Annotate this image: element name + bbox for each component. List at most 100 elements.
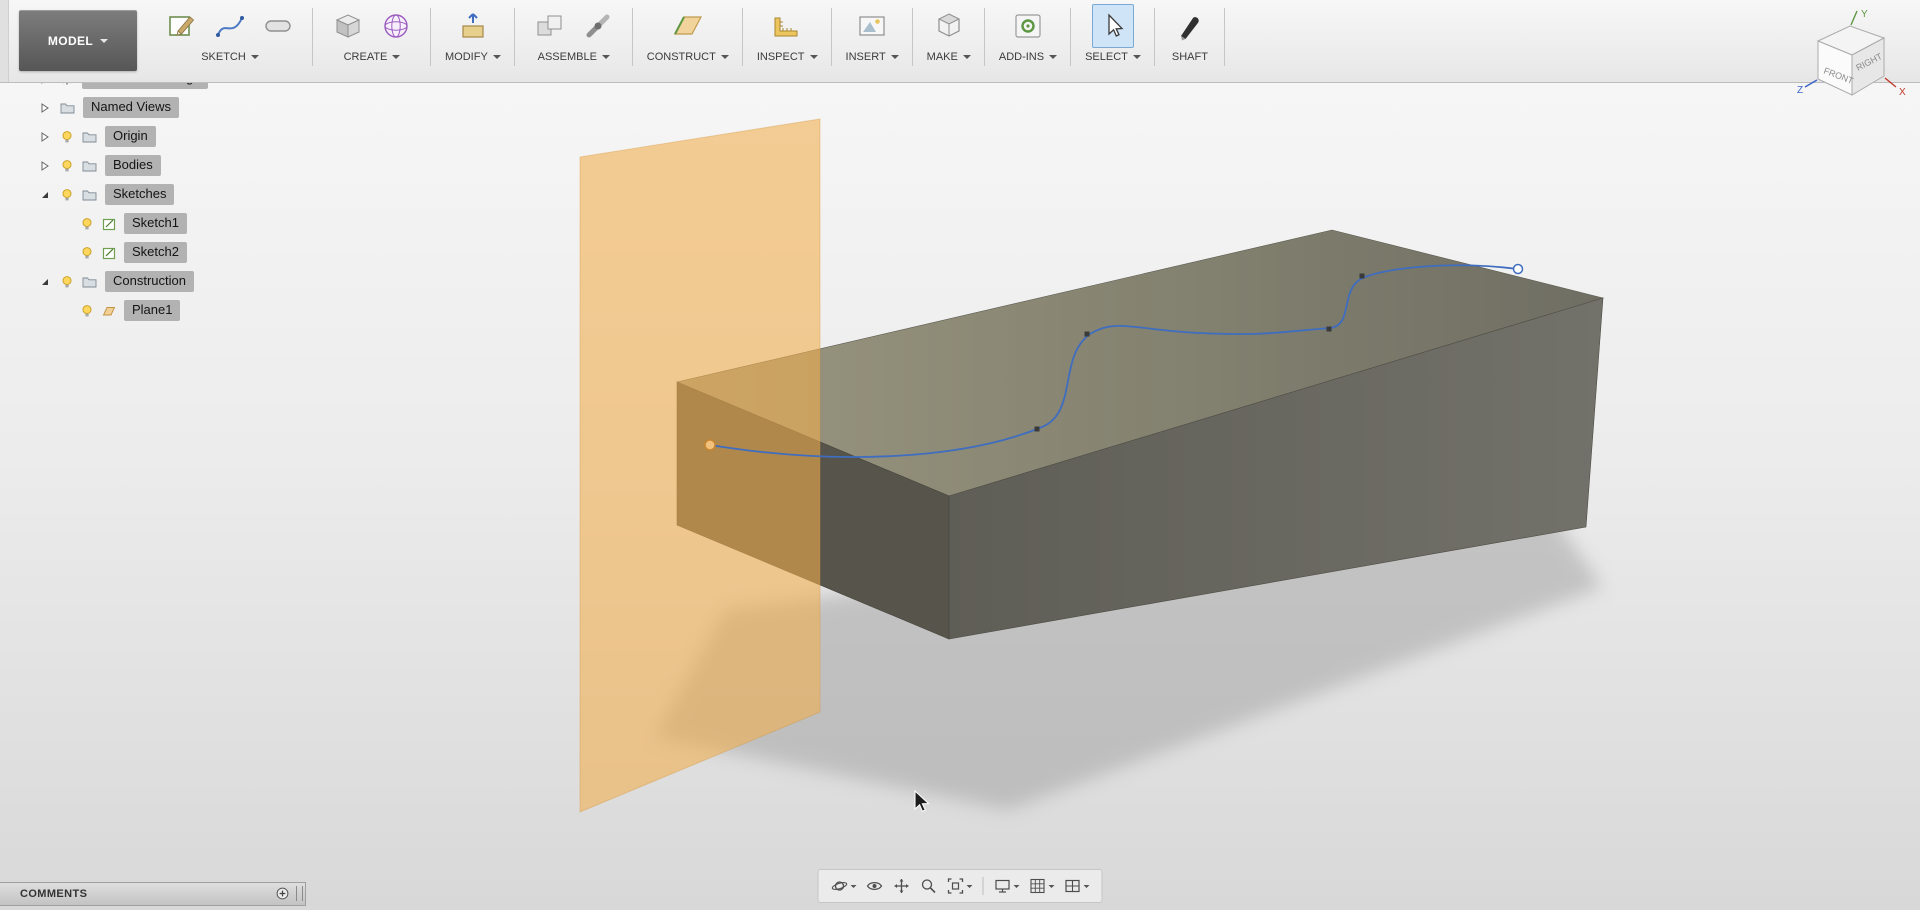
joint-button[interactable] — [577, 4, 619, 48]
display-settings-button[interactable] — [991, 875, 1023, 897]
shaft-tool-button[interactable] — [1169, 4, 1211, 48]
chevron-down-icon — [602, 55, 610, 59]
new-component-button[interactable] — [529, 4, 571, 48]
spline-fit-point[interactable] — [1085, 332, 1090, 337]
spline-start-point[interactable] — [705, 440, 715, 450]
zoom-button[interactable] — [917, 875, 941, 897]
measure-button[interactable] — [766, 4, 808, 48]
inspect-menu[interactable]: INSPECT — [757, 51, 818, 63]
lightbulb-on-icon[interactable] — [60, 159, 74, 173]
create-sketch-button[interactable] — [161, 4, 203, 48]
tree-item-label[interactable]: Named Views — [83, 97, 179, 118]
toolbar-group-sketch: SKETCH — [147, 0, 313, 82]
create-form-button[interactable] — [375, 4, 417, 48]
chevron-down-icon — [967, 885, 973, 888]
construction-plane-button[interactable] — [667, 4, 709, 48]
tree-item-label[interactable]: Bodies — [105, 155, 161, 176]
canvas-image-icon — [855, 9, 889, 43]
pan-button[interactable] — [890, 875, 914, 897]
lightbulb-on-icon[interactable] — [60, 275, 74, 289]
caret-expanded-icon[interactable] — [40, 277, 50, 287]
create-menu-label: CREATE — [344, 51, 388, 63]
lightbulb-on-icon[interactable] — [60, 188, 74, 202]
lightbulb-on-icon[interactable] — [80, 304, 94, 318]
inspect-menu-label: INSPECT — [757, 51, 805, 63]
tree-row-sketch1[interactable]: Sketch1 — [0, 209, 306, 238]
press-pull-button[interactable] — [452, 4, 494, 48]
tree-row-sketch2[interactable]: Sketch2 — [0, 238, 306, 267]
tree-row-plane1[interactable]: Plane1 — [0, 296, 306, 325]
orbit-button[interactable] — [828, 875, 860, 897]
look-at-button[interactable] — [863, 875, 887, 897]
top-toolbar: MODEL — [0, 0, 1920, 83]
spline-fit-point[interactable] — [1360, 274, 1365, 279]
toolbar-group-shaft: SHAFT — [1155, 0, 1225, 82]
caret-expanded-icon[interactable] — [40, 190, 50, 200]
lightbulb-on-icon[interactable] — [80, 246, 94, 260]
grid-and-snaps-button[interactable] — [1026, 875, 1058, 897]
chevron-down-icon — [493, 55, 501, 59]
panel-resize-grip[interactable] — [296, 886, 303, 901]
tree-item-label[interactable]: Sketch2 — [124, 242, 187, 263]
select-menu[interactable]: SELECT — [1085, 51, 1141, 63]
tree-item-label[interactable]: Sketches — [105, 184, 174, 205]
select-tool-button[interactable] — [1092, 4, 1134, 48]
expand-panel-icon[interactable] — [276, 887, 289, 900]
tree-row-named-views[interactable]: Named Views — [0, 93, 306, 122]
viewcube[interactable]: Y FRONT RIGHT Z X — [1790, 5, 1920, 115]
lightbulb-on-icon[interactable] — [80, 217, 94, 231]
box-icon — [331, 9, 365, 43]
caret-collapsed-icon[interactable] — [40, 132, 50, 142]
spline-fit-point[interactable] — [1035, 427, 1040, 432]
addins-menu[interactable]: ADD-INS — [999, 51, 1057, 63]
tree-item-label[interactable]: Construction — [105, 271, 194, 292]
caret-collapsed-icon[interactable] — [40, 161, 50, 171]
chevron-down-icon — [392, 55, 400, 59]
shaft-menu[interactable]: SHAFT — [1172, 51, 1208, 63]
measure-icon — [770, 9, 804, 43]
modify-menu[interactable]: MODIFY — [445, 51, 501, 63]
insert-menu[interactable]: INSERT — [846, 51, 899, 63]
orbit-icon — [831, 877, 849, 895]
toolbar-group-addins: ADD-INS — [985, 0, 1071, 82]
spline-icon — [213, 9, 247, 43]
workspace-switcher-button[interactable]: MODEL — [19, 10, 137, 71]
folder-icon — [82, 188, 97, 201]
create-box-button[interactable] — [327, 4, 369, 48]
fit-button[interactable] — [944, 875, 976, 897]
tree-item-label[interactable]: Origin — [105, 126, 156, 147]
spline-fit-point[interactable] — [1327, 327, 1332, 332]
assemble-menu[interactable]: ASSEMBLE — [538, 51, 610, 63]
sketch-menu[interactable]: SKETCH — [201, 51, 259, 63]
3d-print-button[interactable] — [928, 4, 970, 48]
comments-header[interactable]: COMMENTS — [0, 882, 306, 906]
construction-plane1[interactable] — [580, 119, 820, 812]
chevron-down-icon — [851, 885, 857, 888]
lightbulb-on-icon[interactable] — [60, 130, 74, 144]
tree-item-label[interactable]: Plane1 — [124, 300, 180, 321]
axis-x-label: X — [1899, 87, 1906, 98]
construct-menu-label: CONSTRUCT — [647, 51, 716, 63]
slot-icon — [261, 9, 295, 43]
viewports-button[interactable] — [1061, 875, 1093, 897]
comments-title: COMMENTS — [20, 888, 87, 900]
pen-icon — [1173, 9, 1207, 43]
tree-row-bodies[interactable]: Bodies — [0, 151, 306, 180]
plane-icon — [102, 304, 116, 318]
spline-tool-button[interactable] — [209, 4, 251, 48]
scripts-addins-button[interactable] — [1007, 4, 1049, 48]
tree-row-sketches[interactable]: Sketches — [0, 180, 306, 209]
caret-collapsed-icon[interactable] — [40, 103, 50, 113]
make-menu[interactable]: MAKE — [927, 51, 971, 63]
insert-canvas-button[interactable] — [851, 4, 893, 48]
scripts-addins-icon — [1011, 9, 1045, 43]
tree-row-origin[interactable]: Origin — [0, 122, 306, 151]
navigation-toolbar — [818, 869, 1103, 903]
construct-menu[interactable]: CONSTRUCT — [647, 51, 729, 63]
tree-item-label[interactable]: Sketch1 — [124, 213, 187, 234]
create-menu[interactable]: CREATE — [344, 51, 401, 63]
tree-row-construction[interactable]: Construction — [0, 267, 306, 296]
spline-end-point[interactable] — [1514, 265, 1523, 274]
slot-tool-button[interactable] — [257, 4, 299, 48]
assemble-menu-label: ASSEMBLE — [538, 51, 597, 63]
